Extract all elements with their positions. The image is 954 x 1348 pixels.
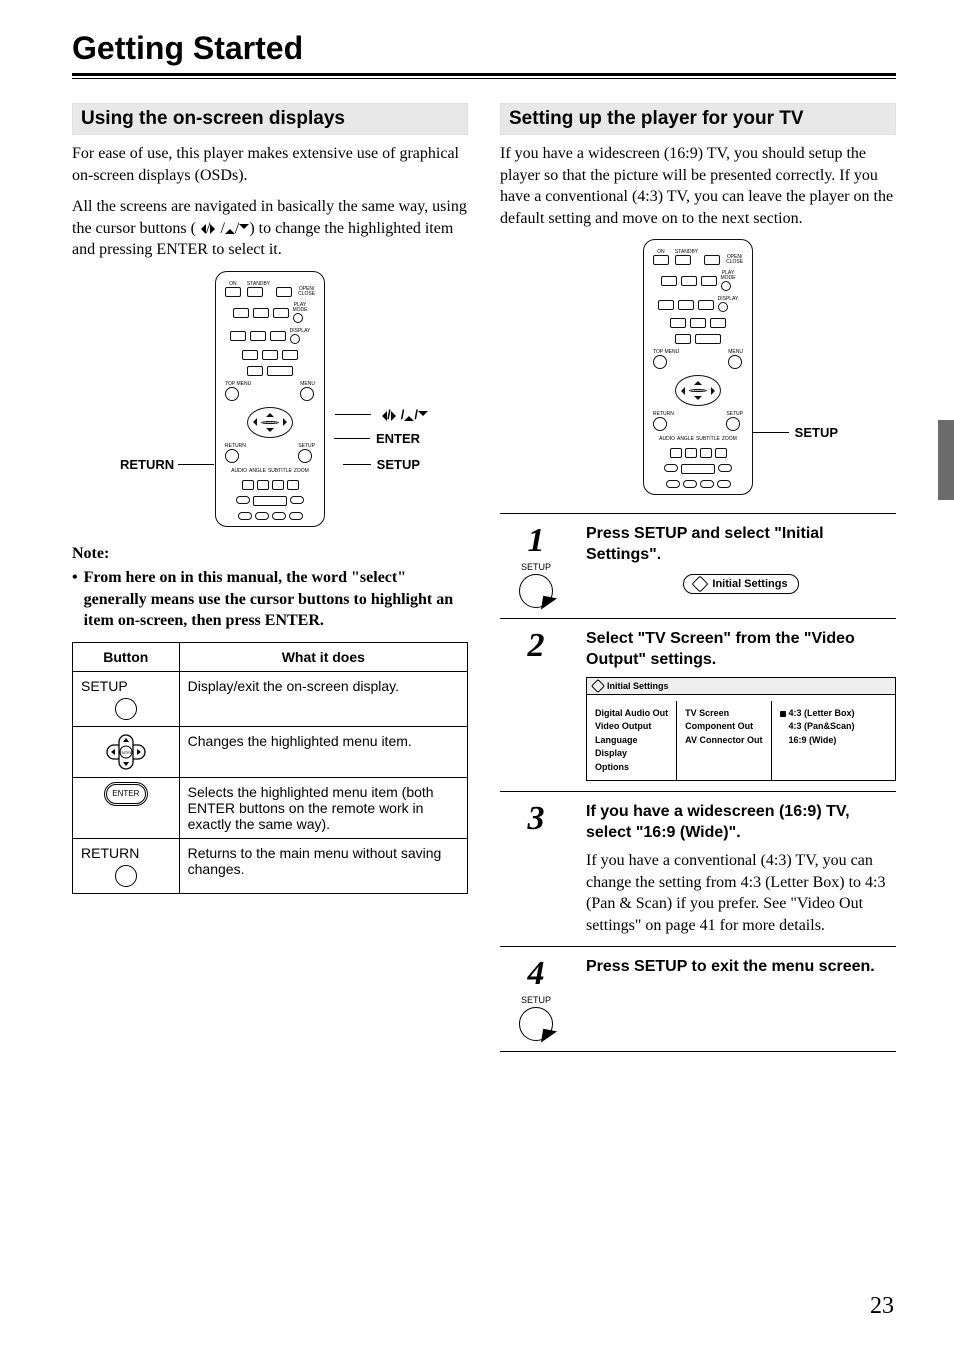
- step-number: 4: [500, 957, 572, 991]
- osd-header: Initial Settings: [607, 681, 669, 691]
- table-btn-label: RETURN: [81, 845, 171, 861]
- step-number: 1: [500, 524, 572, 558]
- step-icon-label: SETUP: [500, 995, 572, 1005]
- callout-enter-label: ENTER: [376, 431, 420, 446]
- remote-display-label: DISPLAY: [290, 329, 311, 334]
- osd-pill-label: Initial Settings: [712, 578, 787, 590]
- callout-arrows-label: ///: [377, 407, 428, 422]
- osd-col-3: 4:3 (Letter Box) 4:3 (Pan&Scan) 16:9 (Wi…: [772, 701, 863, 781]
- remote-menu-label: MENU: [300, 382, 315, 387]
- enter-button-icon: ENTER: [106, 784, 146, 804]
- table-col-desc: What it does: [179, 642, 467, 671]
- remote-angle-label: ANGLE: [249, 469, 266, 474]
- step-setup-icon: [519, 574, 553, 608]
- table-row: RETURN Returns to the main menu without …: [73, 838, 468, 893]
- setup-button-icon: [115, 698, 137, 720]
- step-title: Press SETUP to exit the menu screen.: [586, 957, 896, 978]
- chapter-title: Getting Started: [72, 30, 896, 71]
- callout-setup: SETUP: [343, 457, 420, 472]
- table-row: SETUP Display/exit the on-screen display…: [73, 671, 468, 726]
- remote-return-label: RETURN: [225, 444, 246, 449]
- cursor-arrows-glyph: ///: [196, 220, 249, 237]
- step-4: 4 SETUP Press SETUP to exit the menu scr…: [500, 947, 896, 1052]
- gear-icon: [591, 679, 605, 693]
- remote-open-close-label: OPEN/ CLOSE: [298, 287, 315, 297]
- note-bullet-text: From here on in this manual, the word "s…: [84, 567, 468, 632]
- table-row: ENTER Selects the highlighted menu item …: [73, 777, 468, 838]
- table-desc: Returns to the main menu without saving …: [179, 838, 467, 893]
- osd-col-1: Digital Audio Out Video Output Language …: [587, 701, 677, 781]
- step-number: 3: [500, 802, 572, 836]
- title-rule-thick: [72, 73, 896, 76]
- callout-setup-right: SETUP: [753, 425, 838, 440]
- note-heading: Note:: [72, 545, 468, 563]
- step-para: If you have a conventional (4:3) TV, you…: [586, 850, 896, 936]
- return-button-icon: [115, 865, 137, 887]
- osd-initial-settings-pill: Initial Settings: [683, 574, 798, 594]
- step-setup-icon: [519, 1007, 553, 1041]
- selected-marker-icon: [780, 711, 786, 717]
- osd-para-1: For ease of use, this player makes exten…: [72, 143, 468, 186]
- button-table: Button What it does SETUP Display/exit t…: [72, 642, 468, 894]
- table-desc: Display/exit the on-screen display.: [179, 671, 467, 726]
- step-3: 3 If you have a widescreen (16:9) TV, se…: [500, 792, 896, 947]
- table-row: ENTER Changes the highlighted menu item.: [73, 726, 468, 777]
- remote-setup-label: SETUP: [298, 444, 315, 449]
- remote-illustration: ON STANDBY OPEN/ CLOSE PLAY MODE DISPLAY: [215, 271, 325, 527]
- right-column: Setting up the player for your TV If you…: [500, 103, 896, 1052]
- remote-topmenu-label: TOP MENU: [225, 382, 251, 387]
- step-title: Select "TV Screen" from the "Video Outpu…: [586, 629, 896, 671]
- remote-illustration-right: ON STANDBY OPEN/ CLOSE PLAY MODE DISPLAY: [643, 239, 753, 495]
- table-desc: Changes the highlighted menu item.: [179, 726, 467, 777]
- step-number: 2: [500, 629, 572, 663]
- title-rule-thin: [72, 78, 896, 79]
- bullet-dot: •: [72, 567, 78, 632]
- page-number: 23: [870, 1293, 894, 1320]
- gear-icon: [692, 575, 709, 592]
- remote-subtitle-label: SUBTITLE: [268, 469, 292, 474]
- osd-settings-panel: Initial Settings Digital Audio Out Video…: [586, 677, 896, 782]
- left-column: Using the on-screen displays For ease of…: [72, 103, 468, 1052]
- table-btn-label: SETUP: [81, 678, 171, 694]
- remote-figure-right: ON STANDBY OPEN/ CLOSE PLAY MODE DISPLAY: [500, 239, 896, 499]
- step-1: 1 SETUP Press SETUP and select "Initial …: [500, 513, 896, 619]
- remote-playmode-label: PLAY MODE: [293, 303, 308, 313]
- table-desc: Selects the highlighted menu item (both …: [179, 777, 467, 838]
- osd-para-2: All the screens are navigated in basical…: [72, 196, 468, 261]
- remote-zoom-label: ZOOM: [294, 469, 309, 474]
- two-column-layout: Using the on-screen displays For ease of…: [72, 103, 896, 1052]
- section-heading-osd: Using the on-screen displays: [72, 103, 468, 135]
- remote-figure-left: ON STANDBY OPEN/ CLOSE PLAY MODE DISPLAY: [72, 271, 468, 531]
- callout-setup-right-label: SETUP: [795, 425, 838, 440]
- table-col-button: Button: [73, 642, 180, 671]
- remote-audio-label: AUDIO: [231, 469, 247, 474]
- remote-standby-label: STANDBY: [247, 282, 270, 287]
- steps: 1 SETUP Press SETUP and select "Initial …: [500, 513, 896, 1052]
- callout-arrows: ///: [335, 407, 428, 422]
- section-heading-tv: Setting up the player for your TV: [500, 103, 896, 135]
- step-icon-label: SETUP: [500, 562, 572, 572]
- step-2: 2 Select "TV Screen" from the "Video Out…: [500, 619, 896, 792]
- callout-setup-label: SETUP: [377, 457, 420, 472]
- callout-return: RETURN: [120, 457, 214, 472]
- dpad-button-icon: ENTER: [103, 733, 149, 771]
- callout-return-label: RETURN: [120, 457, 174, 472]
- step-title: If you have a widescreen (16:9) TV, sele…: [586, 802, 896, 844]
- remote-dpad: ENTER: [247, 407, 293, 438]
- tv-para-1: If you have a widescreen (16:9) TV, you …: [500, 143, 896, 229]
- step-title: Press SETUP and select "Initial Settings…: [586, 524, 896, 566]
- thumb-tab: [938, 420, 954, 500]
- callout-enter: ENTER: [334, 431, 420, 446]
- remote-enter-label: ENTER: [261, 421, 279, 424]
- svg-text:ENTER: ENTER: [119, 750, 133, 755]
- note-bullet: • From here on in this manual, the word …: [72, 567, 468, 632]
- osd-col-2: TV Screen Component Out AV Connector Out: [677, 701, 771, 781]
